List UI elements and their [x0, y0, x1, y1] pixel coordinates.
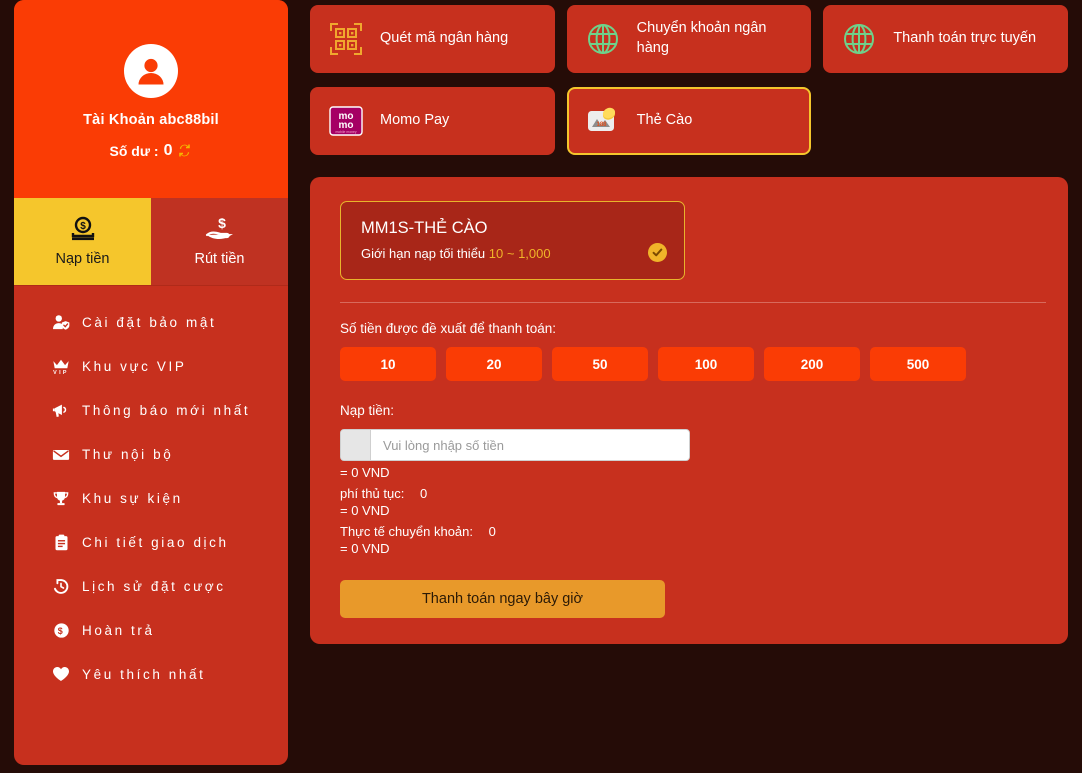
amount-button-10[interactable]: 10: [340, 347, 436, 381]
product-title: MM1S-THẺ CÀO: [361, 219, 488, 237]
tab-nap-tien-label: Nạp tiền: [55, 251, 110, 267]
pay-now-button[interactable]: Thanh toán ngay bây giờ: [340, 580, 665, 618]
svg-text:$: $: [218, 216, 226, 231]
method-quet-ma-ngan-hang[interactable]: Quét mã ngân hàng: [310, 5, 555, 73]
method-label: Thẻ Cào: [636, 112, 693, 129]
scratch-card-icon: 188: [585, 103, 621, 139]
svg-text:VIP: VIP: [53, 369, 69, 374]
method-the-cao[interactable]: 188 Thẻ Cào: [566, 87, 812, 155]
trophy-icon: [52, 489, 70, 507]
fee-label: phí thủ tục:: [340, 486, 405, 501]
avatar: [124, 44, 178, 98]
amount-button-50[interactable]: 50: [552, 347, 648, 381]
method-thanh-toan-truc-tuyen[interactable]: Thanh toán trực tuyến: [823, 5, 1068, 73]
actual-label: Thực tế chuyển khoản:: [340, 524, 474, 539]
input-prefix-box: [341, 430, 371, 460]
amount-button-500[interactable]: 500: [870, 347, 966, 381]
panel-divider: [340, 302, 1046, 303]
balance-row: Số dư : 0: [110, 142, 193, 160]
main-content: Quét mã ngân hàng Chuyển khoản ngân hàng: [310, 0, 1082, 644]
history-clock-icon: [52, 577, 70, 595]
actual-row: Thực tế chuyển khoản: 0: [340, 524, 1046, 539]
amount-button-100[interactable]: 100: [658, 347, 754, 381]
method-label: Momo Pay: [380, 112, 450, 129]
payment-method-grid: Quét mã ngân hàng Chuyển khoản ngân hàng: [310, 5, 1068, 155]
actual-value: 0: [488, 524, 496, 539]
product-card-mm1s[interactable]: MM1S-THẺ CÀO Giới hạn nạp tối thiểu 10 ~…: [340, 201, 685, 280]
sidebar-item-label: Cài đặt bảo mật: [82, 314, 217, 330]
profile-header: Tài Khoản abc88bil Số dư : 0: [14, 0, 288, 198]
amount-input-wrap: [340, 429, 690, 461]
page-root: Tài Khoản abc88bil Số dư : 0 $ Nạp tiền …: [0, 0, 1082, 773]
sidebar-item-label: Hoàn trả: [82, 622, 155, 638]
svg-text:mobile money: mobile money: [335, 130, 356, 134]
actual-group: Thực tế chuyển khoản: 0 = 0 VND: [340, 524, 1046, 556]
tab-nap-tien[interactable]: $ Nạp tiền: [14, 198, 151, 285]
qr-code-icon: [328, 21, 364, 57]
check-circle-icon: [648, 243, 667, 262]
method-label: Thanh toán trực tuyến: [893, 30, 1037, 47]
method-momo-pay[interactable]: mo mo mobile money Momo Pay: [310, 87, 555, 155]
amount-button-200[interactable]: 200: [764, 347, 860, 381]
actual-vnd-line: = 0 VND: [340, 541, 390, 556]
globe-icon: [841, 21, 877, 57]
sidebar-item-thu-noi-bo[interactable]: Thư nội bộ: [14, 432, 288, 476]
sidebar-item-label: Thông báo mới nhất: [82, 402, 251, 418]
heart-icon: [52, 665, 70, 683]
svg-text:188: 188: [596, 122, 607, 128]
globe-icon: [585, 21, 621, 57]
sidebar: Tài Khoản abc88bil Số dư : 0 $ Nạp tiền …: [14, 0, 288, 765]
product-limit-range: 10 ~ 1,000: [488, 246, 551, 261]
tab-rut-tien[interactable]: $ Rút tiền: [151, 198, 288, 285]
sidebar-item-khu-su-kien[interactable]: Khu sự kiện: [14, 476, 288, 520]
amount-quick-buttons: 10 20 50 100 200 500: [340, 347, 1046, 381]
fee-row: phí thủ tục: 0: [340, 486, 1046, 501]
momo-logo-icon: mo mo mobile money: [328, 103, 364, 139]
suggested-amount-label: Số tiền được đề xuất để thanh toán:: [340, 321, 557, 336]
svg-text:$: $: [80, 221, 86, 232]
tab-rut-tien-label: Rút tiền: [194, 251, 245, 267]
fee-value: 0: [419, 486, 428, 501]
sidebar-item-label: Chi tiết giao dịch: [82, 534, 229, 550]
sidebar-item-label: Khu sự kiện: [82, 490, 183, 506]
sidebar-item-khu-vuc-vip[interactable]: VIP Khu vực VIP: [14, 344, 288, 388]
amount-input[interactable]: [371, 430, 689, 460]
dollar-circle-icon: $: [52, 621, 70, 639]
sidebar-item-yeu-thich-nhat[interactable]: Yêu thích nhất: [14, 652, 288, 696]
amount-vnd-line: = 0 VND: [340, 465, 390, 480]
balance-label: Số dư :: [109, 143, 159, 159]
balance-value: 0: [163, 142, 173, 159]
sidebar-item-thong-bao-moi-nhat[interactable]: Thông báo mới nhất: [14, 388, 288, 432]
sidebar-item-label: Lịch sử đặt cược: [82, 578, 226, 594]
refresh-icon[interactable]: [177, 143, 192, 160]
sidebar-item-cai-dat-bao-mat[interactable]: Cài đặt bảo mật: [14, 300, 288, 344]
deposit-panel: MM1S-THẺ CÀO Giới hạn nạp tối thiểu 10 ~…: [310, 177, 1068, 644]
amount-button-20[interactable]: 20: [446, 347, 542, 381]
product-limit: Giới hạn nạp tối thiểu 10 ~ 1,000: [361, 246, 666, 261]
method-chuyen-khoan-ngan-hang[interactable]: Chuyển khoản ngân hàng: [566, 5, 812, 73]
sidebar-item-lich-su-dat-cuoc[interactable]: Lịch sử đặt cược: [14, 564, 288, 608]
fee-group: phí thủ tục: 0 = 0 VND: [340, 486, 1046, 518]
method-label: Quét mã ngân hàng: [380, 30, 509, 47]
deposit-amount-label: Nạp tiền:: [340, 403, 395, 418]
account-name: Tài Khoản abc88bil: [83, 112, 219, 128]
vip-crown-icon: VIP: [52, 357, 70, 375]
product-limit-prefix: Giới hạn nạp tối thiểu: [361, 246, 486, 261]
envelope-icon: [52, 445, 70, 463]
method-label: Chuyển khoản ngân hàng: [636, 20, 767, 56]
sidebar-item-chi-tiet-giao-dich[interactable]: Chi tiết giao dịch: [14, 520, 288, 564]
sidebar-menu: Cài đặt bảo mật VIP Khu vực VIP Thông bá…: [14, 286, 288, 765]
sidebar-item-label: Thư nội bộ: [82, 446, 174, 462]
clipboard-icon: [52, 533, 70, 551]
fee-vnd-line: = 0 VND: [340, 503, 390, 518]
sidebar-item-hoan-tra[interactable]: $ Hoàn trả: [14, 608, 288, 652]
sidebar-item-label: Yêu thích nhất: [82, 666, 206, 682]
sidebar-item-label: Khu vực VIP: [82, 358, 187, 374]
megaphone-icon: [52, 401, 70, 419]
sidebar-tabs: $ Nạp tiền $ Rút tiền: [14, 198, 288, 286]
user-shield-icon: [52, 313, 70, 331]
svg-text:$: $: [57, 626, 64, 636]
